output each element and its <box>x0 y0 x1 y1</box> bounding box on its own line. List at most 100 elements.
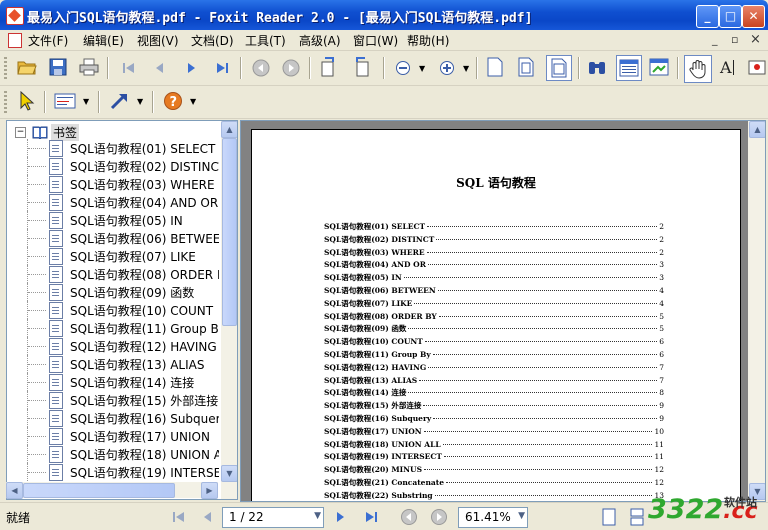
rotate-right-button[interactable] <box>350 56 372 78</box>
scroll-thumb[interactable] <box>222 138 237 326</box>
help-dropdown-icon[interactable]: ▼ <box>190 97 196 106</box>
toc-entry[interactable]: SQL语句教程(05) IN 3 <box>324 272 664 285</box>
doc-minimize-button[interactable]: _ <box>712 33 718 46</box>
toc-entry[interactable]: SQL语句教程(17) UNION 10 <box>324 426 664 439</box>
toc-entry[interactable]: SQL语句教程(12) HAVING 7 <box>324 362 664 375</box>
menu-edit[interactable]: 编辑(E) <box>83 32 124 49</box>
toc-entry[interactable]: SQL语句教程(08) ORDER BY 5 <box>324 311 664 324</box>
hand-tool-button[interactable] <box>684 55 712 83</box>
close-button[interactable]: ✕ <box>742 5 765 28</box>
toc-entry[interactable]: SQL语句教程(22) Substring 13 <box>324 490 664 501</box>
zoom-in-dropdown-icon[interactable]: ▼ <box>463 64 469 73</box>
forward-button[interactable] <box>280 57 302 79</box>
bookmark-item[interactable]: SQL语句教程(19) INTERSECT <box>7 463 219 481</box>
bookmark-item[interactable]: SQL语句教程(17) UNION <box>7 427 219 445</box>
toolbar-grip[interactable] <box>4 57 7 79</box>
document-view[interactable]: SQL 语句教程 SQL语句教程(01) SELECT 2 SQL语句教程(02) … <box>240 120 766 502</box>
toc-entry[interactable]: SQL语句教程(01) SELECT 2 <box>324 221 664 234</box>
minimize-button[interactable]: _ <box>696 5 719 28</box>
bookmarks-horizontal-scrollbar[interactable]: ◀ ▶ <box>6 482 218 499</box>
scroll-down-icon[interactable]: ▼ <box>221 465 237 482</box>
scroll-right-icon[interactable]: ▶ <box>201 482 218 499</box>
toc-entry[interactable]: SQL语句教程(02) DISTINCT 2 <box>324 234 664 247</box>
bookmark-item[interactable]: SQL语句教程(12) HAVING <box>7 337 219 355</box>
typewriter-dropdown-icon[interactable]: ▼ <box>83 97 89 106</box>
last-page-button[interactable] <box>211 57 233 79</box>
status-previous-page-button[interactable] <box>197 506 219 528</box>
bookmarks-panel-button[interactable] <box>616 55 642 81</box>
toc-entry[interactable]: SQL语句教程(06) BETWEEN 4 <box>324 285 664 298</box>
menu-advanced[interactable]: 高级(A) <box>299 32 341 49</box>
toc-entry[interactable]: SQL语句教程(16) Subquery 9 <box>324 413 664 426</box>
toc-entry[interactable]: SQL语句教程(13) ALIAS 7 <box>324 375 664 388</box>
toolbar-grip[interactable] <box>4 91 7 113</box>
bookmark-item[interactable]: SQL语句教程(01) SELECT <box>7 139 219 157</box>
toc-entry[interactable]: SQL语句教程(09) 函数 5 <box>324 323 664 336</box>
actual-size-button[interactable] <box>484 56 506 78</box>
toc-entry[interactable]: SQL语句教程(14) 连接 8 <box>324 387 664 400</box>
bookmark-item[interactable]: SQL语句教程(14) 连接 <box>7 373 219 391</box>
bookmark-item[interactable]: SQL语句教程(05) IN <box>7 211 219 229</box>
toc-entry[interactable]: SQL语句教程(18) UNION ALL 11 <box>324 439 664 452</box>
pdf-page[interactable]: SQL 语句教程 SQL语句教程(01) SELECT 2 SQL语句教程(02) … <box>251 129 741 501</box>
save-button[interactable] <box>47 56 69 78</box>
bookmark-item[interactable]: SQL语句教程(08) ORDER BY <box>7 265 219 283</box>
continuous-view-button[interactable] <box>626 506 648 528</box>
toc-entry[interactable]: SQL语句教程(20) MINUS 12 <box>324 464 664 477</box>
snapshot-button[interactable] <box>746 56 768 78</box>
foxit-app-icon[interactable] <box>6 7 24 25</box>
menu-document[interactable]: 文档(D) <box>191 32 234 49</box>
menu-view[interactable]: 视图(V) <box>137 32 179 49</box>
link-tool-button[interactable] <box>108 90 130 112</box>
collapse-icon[interactable]: − <box>15 126 26 138</box>
fit-width-button[interactable] <box>546 55 572 81</box>
chevron-down-icon[interactable]: ▼ <box>314 511 321 521</box>
scroll-up-icon[interactable]: ▲ <box>221 121 237 138</box>
rotate-left-button[interactable] <box>318 56 340 78</box>
bookmark-item[interactable]: SQL语句教程(02) DISTINCT <box>7 157 219 175</box>
help-button[interactable]: ? <box>162 90 184 112</box>
bookmark-item[interactable]: SQL语句教程(16) Subquery <box>7 409 219 427</box>
bookmarks-vertical-scrollbar[interactable]: ▲ ▼ <box>221 121 237 499</box>
bookmark-item[interactable]: SQL语句教程(11) Group By <box>7 319 219 337</box>
back-button[interactable] <box>250 57 272 79</box>
status-next-page-button[interactable] <box>329 506 351 528</box>
toc-entry[interactable]: SQL语句教程(19) INTERSECT 11 <box>324 451 664 464</box>
toc-entry[interactable]: SQL语句教程(11) Group By 6 <box>324 349 664 362</box>
scroll-up-icon[interactable]: ▲ <box>749 121 765 138</box>
previous-page-button[interactable] <box>149 57 171 79</box>
menu-file[interactable]: 文件(F) <box>28 32 68 49</box>
open-button[interactable] <box>16 56 38 78</box>
zoom-in-button[interactable] <box>436 57 458 79</box>
scroll-thumb[interactable] <box>23 483 175 498</box>
document-vertical-scrollbar[interactable]: ▲ ▼ <box>748 121 765 501</box>
bookmark-item[interactable]: SQL语句教程(09) 函数 <box>7 283 219 301</box>
page-number-field[interactable]: 1 / 22 ▼ <box>222 507 324 528</box>
toc-entry[interactable]: SQL语句教程(10) COUNT 6 <box>324 336 664 349</box>
zoom-out-dropdown-icon[interactable]: ▼ <box>419 64 425 73</box>
title-bar[interactable]: 最易入门SQL语句教程.pdf - Foxit Reader 2.0 - [最易… <box>0 0 768 30</box>
bookmark-item[interactable]: SQL语句教程(15) 外部连接 <box>7 391 219 409</box>
link-dropdown-icon[interactable]: ▼ <box>137 97 143 106</box>
select-tool-button[interactable] <box>16 90 38 112</box>
zoom-field[interactable]: 61.41% ▼ <box>458 507 528 528</box>
toc-entry[interactable]: SQL语句教程(04) AND OR 3 <box>324 259 664 272</box>
menu-window[interactable]: 窗口(W) <box>353 32 398 49</box>
maximize-button[interactable]: □ <box>719 5 742 28</box>
doc-restore-button[interactable]: ▫ <box>731 33 738 46</box>
bookmark-item[interactable]: SQL语句教程(04) AND OR <box>7 193 219 211</box>
zoom-out-button[interactable] <box>392 57 414 79</box>
bookmark-item[interactable]: SQL语句教程(06) BETWEEN <box>7 229 219 247</box>
bookmark-item[interactable]: SQL语句教程(03) WHERE <box>7 175 219 193</box>
find-button[interactable] <box>586 56 608 78</box>
toc-entry[interactable]: SQL语句教程(21) Concatenate 12 <box>324 477 664 490</box>
toc-entry[interactable]: SQL语句教程(03) WHERE 2 <box>324 247 664 260</box>
status-first-page-button[interactable] <box>168 506 190 528</box>
menu-tools[interactable]: 工具(T) <box>245 32 286 49</box>
doc-close-button[interactable]: × <box>750 32 761 47</box>
select-text-button[interactable]: A <box>718 56 740 78</box>
toc-entry[interactable]: SQL语句教程(07) LIKE 4 <box>324 298 664 311</box>
thumbnails-button[interactable] <box>648 56 670 78</box>
next-page-button[interactable] <box>180 57 202 79</box>
bookmark-item[interactable]: SQL语句教程(10) COUNT <box>7 301 219 319</box>
